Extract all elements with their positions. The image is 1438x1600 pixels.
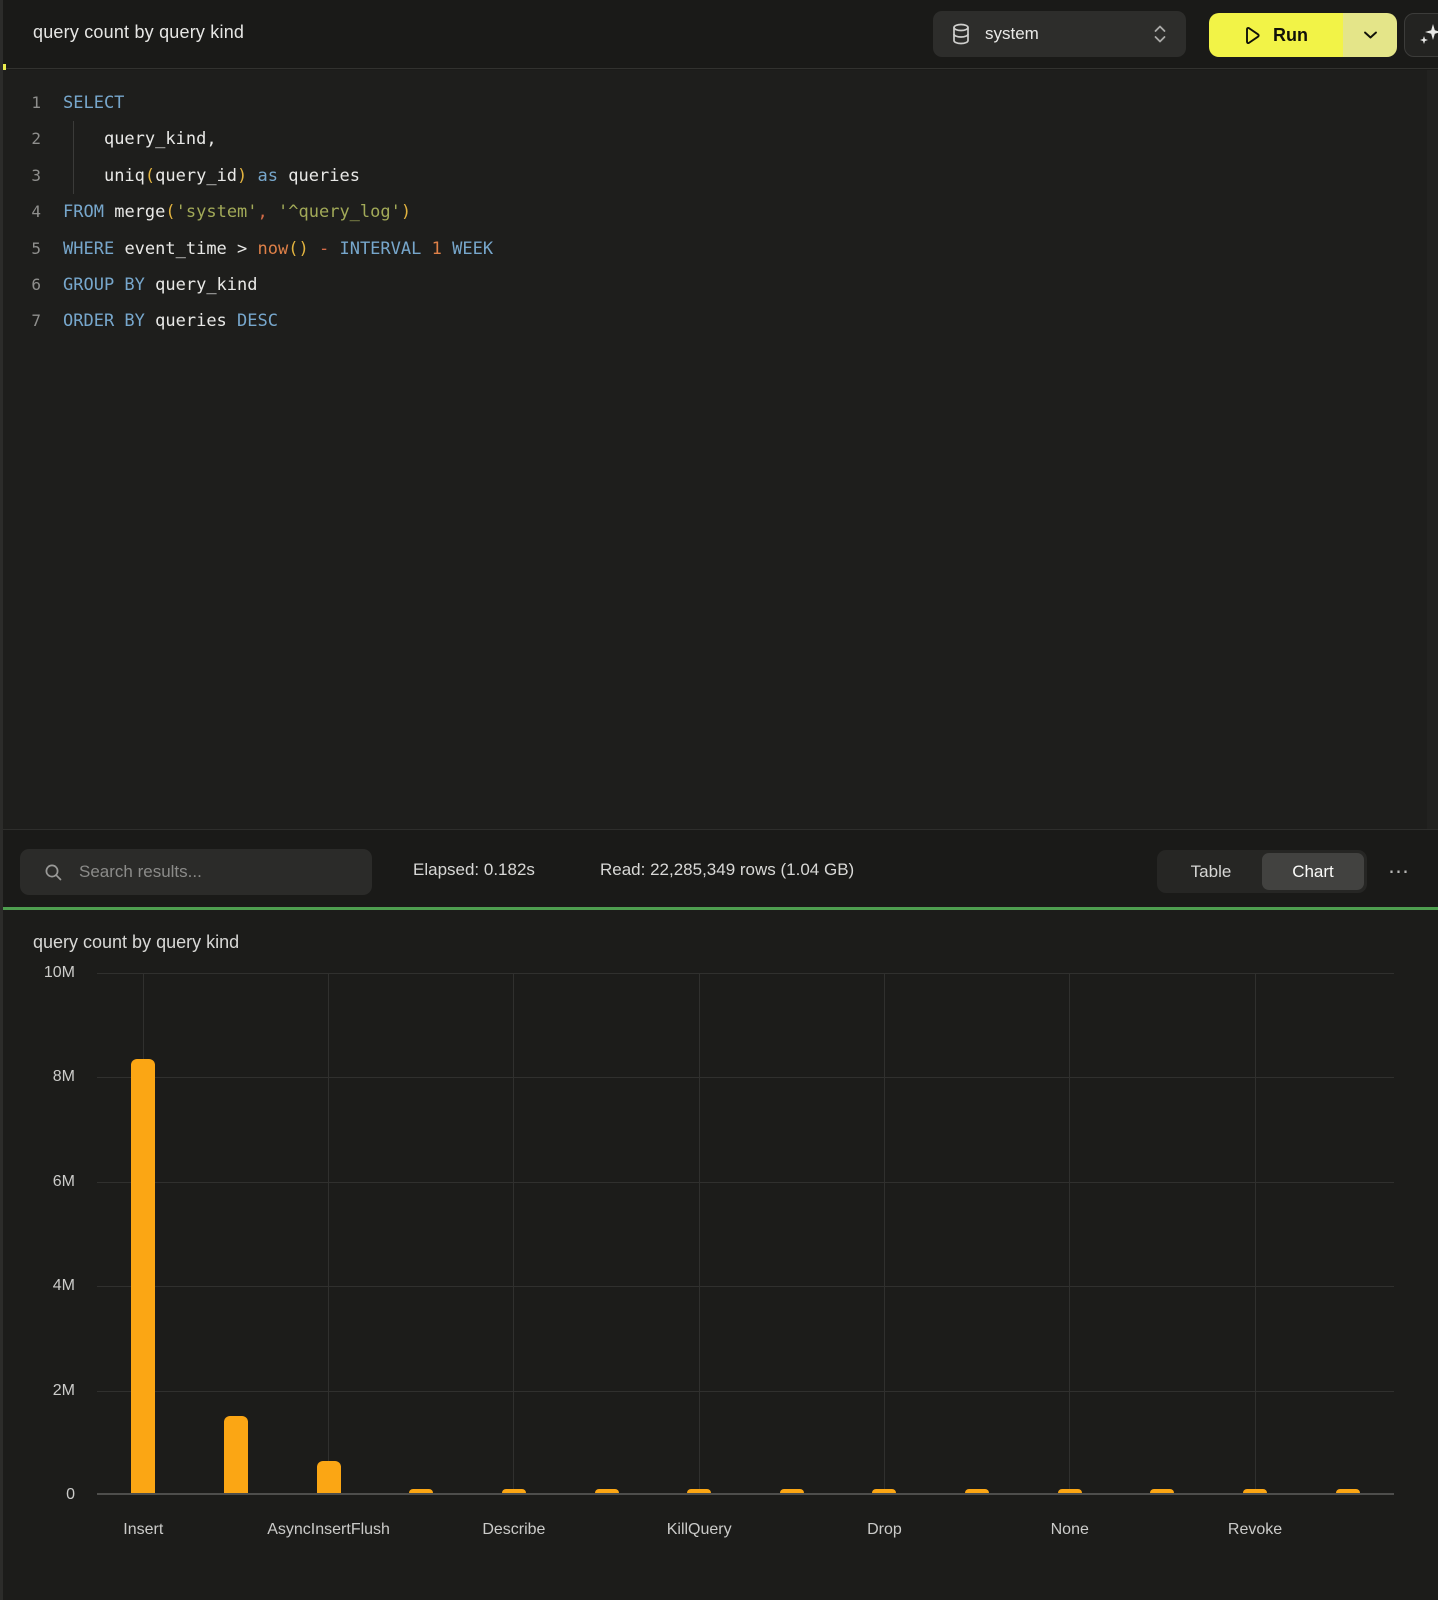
bar-asyncinsertflush[interactable] [317,1461,341,1493]
bar-chart: 10M8M6M4M2M0InsertAsyncInsertFlushDescri… [0,973,1438,1573]
sql-code: 1SELECT2 query_kind,3 uniq(query_id) as … [0,85,1438,340]
v-gridline [1069,973,1070,1493]
search-icon [44,863,63,882]
h-gridline [97,1391,1394,1392]
chart-title: query count by query kind [33,932,239,953]
run-options-button[interactable] [1343,13,1397,57]
y-axis-tick-label: 0 [0,1485,75,1505]
code-line-6[interactable]: 6 GROUP BY query_kind [0,267,1438,303]
code-text: ORDER BY queries DESC [63,303,278,339]
ai-assist-button[interactable] [1404,13,1438,57]
x-axis-label-none: None [1051,1521,1089,1539]
bar-unlabeled-11[interactable] [1150,1489,1174,1493]
chart-panel: query count by query kind 10M 8M 6M 4M 2M 0 In… [0,910,1438,1600]
h-gridline [97,1286,1394,1287]
bar-drop[interactable] [872,1489,896,1493]
database-icon [951,23,971,45]
run-button[interactable]: Run [1209,13,1343,57]
code-line-3[interactable]: 3 uniq(query_id) as queries [0,158,1438,194]
code-text: GROUP BY query_kind [63,267,258,303]
chart-plot-area [97,973,1394,1495]
line-number: 1 [0,85,41,121]
database-selector[interactable]: system [933,11,1186,57]
query-toolbar: query count by query kind system Run [0,0,1438,69]
y-axis-tick-label: 8M [0,1067,75,1087]
code-line-1[interactable]: 1 SELECT [0,85,1438,121]
line-number: 6 [0,267,41,303]
run-button-label: Run [1273,25,1308,46]
bar-unlabeled-3[interactable] [409,1489,433,1493]
code-line-2[interactable]: 2 query_kind, [0,121,1438,157]
elapsed-stat: Elapsed: 0.182s [413,860,535,880]
line-number: 2 [0,121,41,157]
line-number: 7 [0,303,41,339]
view-toggle: TableChart [1157,850,1367,893]
bar-killquery[interactable] [687,1489,711,1493]
x-axis-label-insert: Insert [123,1521,163,1539]
run-button-group: Run [1209,13,1397,57]
bar-none[interactable] [1058,1489,1082,1493]
bar-unlabeled-7[interactable] [780,1489,804,1493]
more-options-button[interactable]: ⋯ [1382,856,1416,886]
line-number: 5 [0,231,41,267]
v-gridline [699,973,700,1493]
window-edge [0,0,3,1600]
bar-insert[interactable] [131,1059,155,1493]
code-line-4[interactable]: 4 FROM merge('system', '^query_log') [0,194,1438,230]
view-toggle-table[interactable]: Table [1160,853,1262,890]
bar-unlabeled-1[interactable] [224,1416,248,1493]
search-input[interactable] [79,862,358,882]
chevron-updown-icon [1152,23,1168,45]
chevron-down-icon [1363,30,1378,40]
editor-scrollbar[interactable] [1427,70,1438,829]
x-axis-label-killquery: KillQuery [667,1521,732,1539]
x-axis-label-revoke: Revoke [1228,1521,1282,1539]
h-gridline [97,1077,1394,1078]
sparkles-icon [1417,22,1438,48]
bar-revoke[interactable] [1243,1489,1267,1493]
database-selector-value: system [985,24,1138,44]
code-text: WHERE event_time > now() - INTERVAL 1 WE… [63,231,493,267]
bar-describe[interactable] [502,1489,526,1493]
code-line-7[interactable]: 7 ORDER BY queries DESC [0,303,1438,339]
code-text: FROM merge('system', '^query_log') [63,194,411,230]
line-number: 4 [0,194,41,230]
bar-unlabeled-13[interactable] [1336,1489,1360,1493]
y-axis-tick-label: 4M [0,1276,75,1296]
query-title: query count by query kind [33,22,244,43]
sql-console: query count by query kind system Run [0,0,1438,1600]
v-gridline [1255,973,1256,1493]
play-icon [1244,26,1261,45]
code-line-5[interactable]: 5 WHERE event_time > now() - INTERVAL 1 W… [0,231,1438,267]
code-text: uniq(query_id) as queries [63,158,360,194]
sql-editor[interactable]: 1SELECT2 query_kind,3 uniq(query_id) as … [0,70,1438,829]
h-gridline [97,973,1394,974]
view-toggle-chart[interactable]: Chart [1262,853,1364,890]
line-number: 3 [0,158,41,194]
bar-unlabeled-5[interactable] [595,1489,619,1493]
y-axis-tick-label: 2M [0,1381,75,1401]
v-gridline [328,973,329,1493]
y-axis-tick-label: 6M [0,1172,75,1192]
x-axis-label-drop: Drop [867,1521,902,1539]
code-text: query_kind, [63,121,217,157]
search-results-box[interactable] [20,849,372,895]
read-stat: Read: 22,285,349 rows (1.04 GB) [600,860,854,880]
v-gridline [513,973,514,1493]
h-gridline [97,1182,1394,1183]
x-axis-label-describe: Describe [482,1521,545,1539]
code-text: SELECT [63,85,124,121]
y-axis-tick-label: 10M [0,963,75,983]
x-axis-label-asyncinsertflush: AsyncInsertFlush [267,1521,390,1539]
v-gridline [884,973,885,1493]
results-toolbar: Elapsed: 0.182s Read: 22,285,349 rows (1… [0,829,1438,907]
bar-unlabeled-9[interactable] [965,1489,989,1493]
